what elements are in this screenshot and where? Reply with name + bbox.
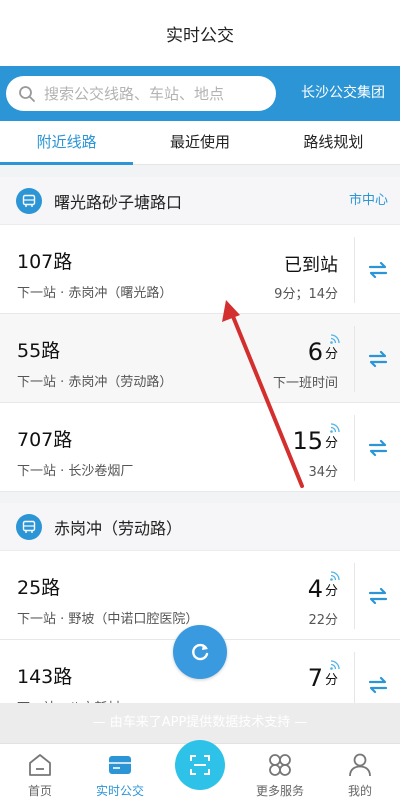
route-number: 143路 xyxy=(17,666,73,688)
next-stop: 下一站 · 赤岗冲（曙光路） xyxy=(17,286,173,301)
swap-direction-button[interactable] xyxy=(354,326,400,392)
swap-direction-icon xyxy=(368,261,387,279)
eta-value: 4 xyxy=(307,575,323,603)
data-provider-note: — 由车来了APP提供数据技术支持 — xyxy=(0,703,400,743)
nav-profile[interactable]: 我的 xyxy=(320,744,400,808)
route-number: 55路 xyxy=(17,340,61,362)
scan-icon xyxy=(190,755,210,775)
eta: 6分 xyxy=(308,338,338,366)
nav-label: 我的 xyxy=(347,784,372,798)
search-input[interactable]: 搜索公交线路、车站、地点 xyxy=(6,76,276,111)
nav-home[interactable]: 首页 xyxy=(0,744,80,808)
scan-button[interactable] xyxy=(175,740,225,790)
tab-recent[interactable]: 最近使用 xyxy=(133,121,266,164)
route-number: 25路 xyxy=(17,577,61,599)
following-arrivals: 34分 xyxy=(308,465,338,480)
stop-section: 曙光路砂子塘路口 市中心 107路 下一站 · 赤岗冲（曙光路） 已到站 9分；… xyxy=(0,177,400,492)
swap-direction-icon xyxy=(368,676,387,694)
bus-card-icon xyxy=(109,756,131,774)
search-icon xyxy=(19,85,35,102)
title-bar: 实时公交 xyxy=(0,0,400,66)
eta-unit: 分 xyxy=(324,673,338,688)
eta-unit: 分 xyxy=(324,347,338,362)
grid-icon xyxy=(269,754,291,776)
stop-name: 曙光路砂子塘路口 xyxy=(54,192,183,212)
nav-realtime-bus[interactable]: 实时公交 xyxy=(80,744,160,808)
nav-label: 更多服务 xyxy=(255,784,304,798)
stop-name: 赤岗冲（劳动路） xyxy=(54,518,183,538)
home-icon xyxy=(29,754,51,776)
eta-value: 7 xyxy=(307,664,323,692)
bus-stop-icon xyxy=(16,513,42,540)
eta: 15 分 xyxy=(292,427,338,455)
page-title: 实时公交 xyxy=(166,25,234,46)
swap-direction-icon xyxy=(368,587,387,605)
swap-direction-icon xyxy=(368,350,387,368)
refresh-icon xyxy=(192,643,209,661)
route-number: 707路 xyxy=(17,429,73,451)
route-row[interactable]: 107路 下一站 · 赤岗冲（曙光路） 已到站 9分；14分 xyxy=(0,225,400,314)
swap-direction-button[interactable] xyxy=(354,237,400,303)
next-stop: 下一站 · 长沙卷烟厂 xyxy=(17,464,134,479)
user-icon xyxy=(349,753,371,777)
eta-unit: 分 xyxy=(324,584,338,599)
eta-value: 6 xyxy=(307,338,323,366)
area-tag: 市中心 xyxy=(348,193,388,208)
following-arrivals: 9分；14分 xyxy=(274,287,338,302)
swap-direction-button[interactable] xyxy=(354,563,400,629)
stop-header[interactable]: 曙光路砂子塘路口 市中心 xyxy=(0,177,400,225)
search-placeholder: 搜索公交线路、车站、地点 xyxy=(44,85,225,103)
eta-value: 15 xyxy=(292,427,323,455)
tab-route-planning[interactable]: 路线规划 xyxy=(267,121,400,164)
refresh-button[interactable] xyxy=(173,625,227,679)
nav-label: 首页 xyxy=(27,784,52,798)
eta: 7分 xyxy=(308,664,338,692)
arrival-status: 已到站 xyxy=(284,255,338,276)
stop-section: 赤岗冲（劳动路） 25路 下一站 · 野坡（中诺口腔医院） 4分 22分 143… xyxy=(0,503,400,729)
eta-unit: 分 xyxy=(324,436,338,451)
next-stop: 下一站 · 赤岗冲（劳动路） xyxy=(17,375,173,390)
tab-nearby-routes[interactable]: 附近线路 xyxy=(0,121,134,165)
following-arrivals: 22分 xyxy=(308,613,338,628)
search-bar: 搜索公交线路、车站、地点 长沙公交集团 xyxy=(0,66,400,121)
following-arrivals: 下一班时间 xyxy=(272,376,338,391)
nav-more-services[interactable]: 更多服务 xyxy=(240,744,320,808)
swap-direction-icon xyxy=(368,439,387,457)
bus-group-name[interactable]: 长沙公交集团 xyxy=(301,66,385,121)
stop-header[interactable]: 赤岗冲（劳动路） xyxy=(0,503,400,551)
bus-stop-icon xyxy=(16,187,42,214)
route-row[interactable]: 707路 下一站 · 长沙卷烟厂 15 分 34分 xyxy=(0,403,400,492)
nav-label: 实时公交 xyxy=(95,784,144,798)
tab-bar: 附近线路 最近使用 路线规划 xyxy=(0,121,400,165)
next-stop: 下一站 · 野坡（中诺口腔医院） xyxy=(17,612,199,627)
route-number: 107路 xyxy=(17,251,73,273)
eta: 4分 xyxy=(308,575,338,603)
route-row[interactable]: 55路 下一站 · 赤岗冲（劳动路） 6分 下一班时间 xyxy=(0,314,400,403)
swap-direction-button[interactable] xyxy=(354,415,400,481)
